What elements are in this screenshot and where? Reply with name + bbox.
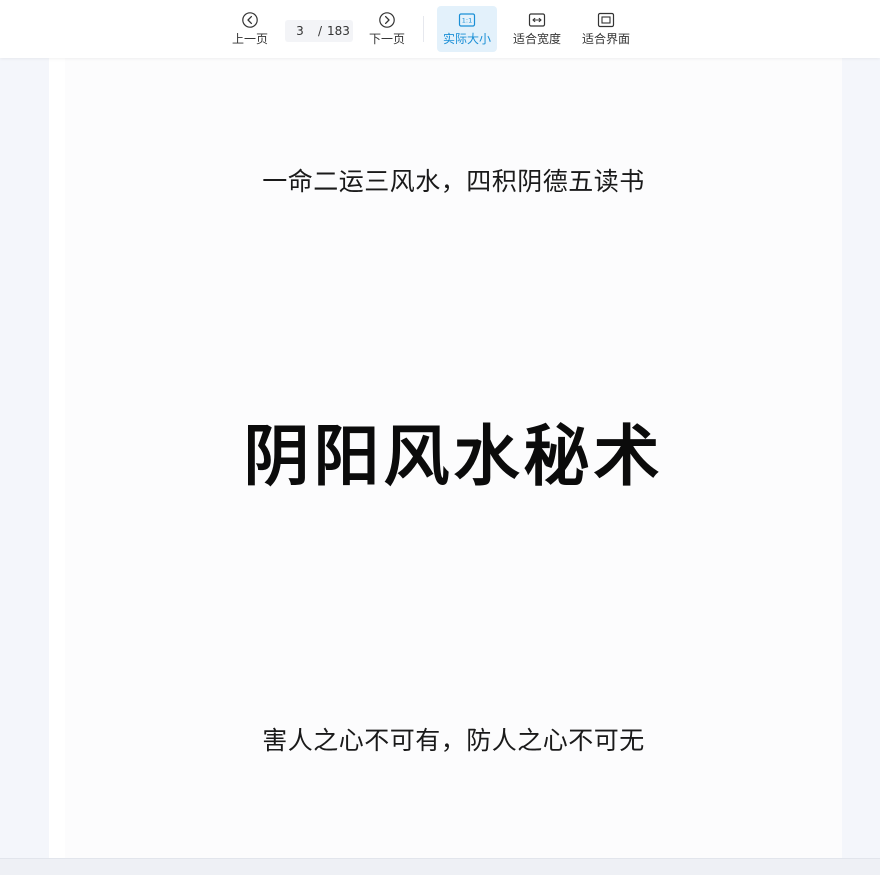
fit-width-label: 适合宽度	[512, 32, 561, 46]
current-page-input[interactable]: 3	[285, 24, 315, 38]
bottom-proverb: 害人之心不可有，防人之心不可无	[262, 726, 645, 755]
document-viewer[interactable]: 一命二运三风水，四积阴德五读书 阴阳风水秘术 害人之心不可有，防人之心不可无	[0, 58, 880, 858]
next-page-label: 下一页	[368, 32, 405, 46]
fit-width-icon	[528, 13, 546, 27]
next-page-button[interactable]: 下一页	[366, 6, 408, 52]
viewer-toolbar: 上一页 3 / 183 下一页 1:1 实际大小 适合宽度 适合界面	[0, 0, 880, 58]
book-title: 阴阳风水秘术	[243, 417, 664, 495]
total-pages: 183	[327, 24, 350, 38]
bottom-scroll-area	[0, 858, 880, 875]
fit-screen-icon	[597, 12, 615, 28]
prev-page-button[interactable]: 上一页	[229, 6, 271, 52]
fit-width-button[interactable]: 适合宽度	[507, 6, 567, 52]
actual-size-button[interactable]: 1:1 实际大小	[437, 6, 497, 52]
chevron-left-circle-icon	[242, 12, 258, 28]
fit-screen-label: 适合界面	[581, 32, 630, 46]
page-content: 一命二运三风水，四积阴德五读书 阴阳风水秘术 害人之心不可有，防人之心不可无	[65, 58, 842, 858]
actual-size-icon-text: 1:1	[462, 17, 472, 25]
document-page: 一命二运三风水，四积阴德五读书 阴阳风水秘术 害人之心不可有，防人之心不可无	[49, 58, 842, 858]
actual-size-icon: 1:1	[458, 13, 476, 27]
fit-screen-button[interactable]: 适合界面	[576, 6, 636, 52]
toolbar-divider	[423, 16, 424, 42]
chevron-right-circle-icon	[379, 12, 395, 28]
actual-size-label: 实际大小	[442, 32, 491, 46]
page-separator: /	[317, 24, 323, 38]
page-indicator: 3 / 183	[285, 20, 353, 42]
prev-page-label: 上一页	[231, 32, 268, 46]
top-proverb: 一命二运三风水，四积阴德五读书	[262, 167, 645, 196]
